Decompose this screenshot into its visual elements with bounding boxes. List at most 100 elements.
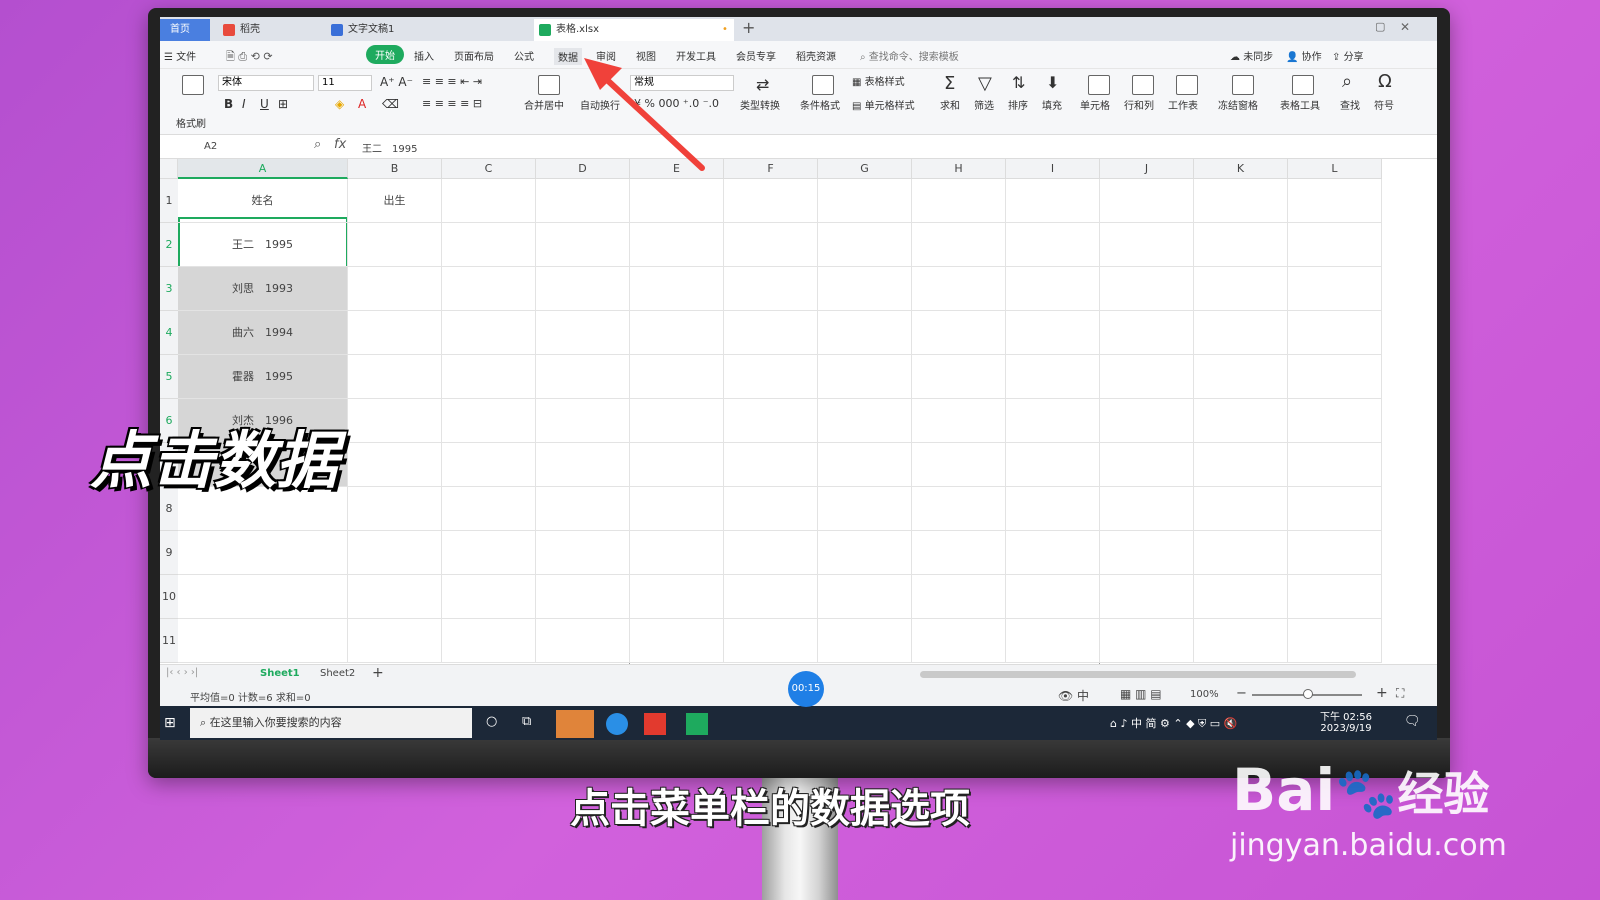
cell-i6[interactable] <box>1006 399 1100 443</box>
cell-g10[interactable] <box>818 575 912 619</box>
cell-g1[interactable] <box>818 179 912 223</box>
zoom-in-icon[interactable]: + <box>1376 685 1388 701</box>
notification-icon[interactable]: 🗨 <box>1404 714 1421 729</box>
table-tools-icon[interactable] <box>1292 75 1314 95</box>
cell-f1[interactable] <box>724 179 818 223</box>
bold-icon[interactable]: B <box>224 97 233 111</box>
cell-c1[interactable] <box>442 179 536 223</box>
format-painter-icon[interactable] <box>182 75 204 95</box>
cell-c2[interactable] <box>442 223 536 267</box>
taskbar-search[interactable]: ⌕ 在这里输入你要搜索的内容 <box>190 708 472 738</box>
cell-k10[interactable] <box>1194 575 1288 619</box>
cell-b4[interactable] <box>348 311 442 355</box>
cortana-icon[interactable]: ○ <box>486 714 497 729</box>
cell-l7[interactable] <box>1288 443 1382 487</box>
symbol-icon[interactable]: Ω <box>1378 71 1392 92</box>
cell-i11[interactable] <box>1006 619 1100 663</box>
cell-i7[interactable] <box>1006 443 1100 487</box>
col-header-k[interactable]: K <box>1194 159 1288 179</box>
cell-icon[interactable] <box>1088 75 1110 95</box>
cell-b8[interactable] <box>348 487 442 531</box>
cell-j3[interactable] <box>1100 267 1194 311</box>
sheet-nav-icons[interactable]: |‹ ‹ › ›| <box>166 667 198 678</box>
cell-e1[interactable] <box>630 179 724 223</box>
cell-b3[interactable] <box>348 267 442 311</box>
col-header-f[interactable]: F <box>724 159 818 179</box>
name-box[interactable]: A2 <box>170 139 280 155</box>
menu-resources[interactable]: 稻壳资源 <box>796 48 836 63</box>
cell-c6[interactable] <box>442 399 536 443</box>
cell-h7[interactable] <box>912 443 1006 487</box>
menu-view[interactable]: 视图 <box>636 48 656 63</box>
col-header-e[interactable]: E <box>630 159 724 179</box>
col-header-d[interactable]: D <box>536 159 630 179</box>
windows-start-icon[interactable]: ⊞ <box>164 715 176 731</box>
fx-icon[interactable]: fx <box>334 137 346 152</box>
cell-k5[interactable] <box>1194 355 1288 399</box>
cell-style-button[interactable]: ▤ 单元格样式 <box>852 97 915 112</box>
cell-h11[interactable] <box>912 619 1006 663</box>
col-header-i[interactable]: I <box>1006 159 1100 179</box>
cell-j10[interactable] <box>1100 575 1194 619</box>
cell-d6[interactable] <box>536 399 630 443</box>
cell-c3[interactable] <box>442 267 536 311</box>
sheet-tab-2[interactable]: Sheet2 <box>320 668 355 679</box>
cell-c4[interactable] <box>442 311 536 355</box>
find-icon[interactable]: ⌕ <box>1342 71 1352 92</box>
zoom-formula-icon[interactable]: ⌕ <box>314 137 321 152</box>
row-header-4[interactable]: 4 <box>160 311 178 355</box>
cell-a10[interactable] <box>178 575 348 619</box>
cell-d9[interactable] <box>536 531 630 575</box>
cell-a3[interactable]: 刘思 1993 <box>178 267 348 311</box>
tray-icons[interactable]: ⌂ ♪ 中 简 ⚙ ⌃ ◆ ⛨ ▭ 🔇 <box>1110 715 1237 731</box>
cell-a5[interactable]: 霍器 1995 <box>178 355 348 399</box>
sheet-tab-1[interactable]: Sheet1 <box>260 668 300 679</box>
menu-data[interactable]: 数据 <box>554 48 582 65</box>
row-header-1[interactable]: 1 <box>160 179 178 223</box>
cell-f3[interactable] <box>724 267 818 311</box>
cell-d1[interactable] <box>536 179 630 223</box>
cell-a9[interactable] <box>178 531 348 575</box>
taskbar-app-sheet-icon[interactable] <box>686 713 708 735</box>
menu-dev[interactable]: 开发工具 <box>676 48 716 63</box>
font-size-select[interactable]: 11 <box>318 75 372 91</box>
cell-f11[interactable] <box>724 619 818 663</box>
merge-center-icon[interactable] <box>538 75 560 95</box>
cell-a4[interactable]: 曲六 1994 <box>178 311 348 355</box>
cell-l4[interactable] <box>1288 311 1382 355</box>
row-header-9[interactable]: 9 <box>160 531 178 575</box>
formula-input[interactable]: 王二 1995 <box>362 140 417 155</box>
cell-l6[interactable] <box>1288 399 1382 443</box>
taskbar-app-wps-icon[interactable] <box>644 713 666 735</box>
cell-f5[interactable] <box>724 355 818 399</box>
cell-b10[interactable] <box>348 575 442 619</box>
table-style-button[interactable]: ▦ 表格样式 <box>852 73 905 88</box>
cell-h5[interactable] <box>912 355 1006 399</box>
cell-f10[interactable] <box>724 575 818 619</box>
cell-j4[interactable] <box>1100 311 1194 355</box>
horizontal-scrollbar[interactable] <box>920 671 1356 678</box>
menu-start[interactable]: 开始 <box>366 45 404 64</box>
cell-i3[interactable] <box>1006 267 1100 311</box>
cell-h3[interactable] <box>912 267 1006 311</box>
fullscreen-icon[interactable]: ⛶ <box>1396 686 1404 701</box>
cell-c10[interactable] <box>442 575 536 619</box>
cell-a1[interactable]: 姓名 <box>178 179 348 223</box>
cell-k6[interactable] <box>1194 399 1288 443</box>
zoom-level[interactable]: 100% <box>1190 689 1219 700</box>
cell-b7[interactable] <box>348 443 442 487</box>
quick-access-icons[interactable]: 🗎 ⎙ ⟲ ⟳ <box>226 48 273 67</box>
clear-format-icon[interactable]: ⌫ <box>382 97 399 111</box>
tab-word[interactable]: 文字文稿1 <box>326 19 526 41</box>
col-header-b[interactable]: B <box>348 159 442 179</box>
cell-l5[interactable] <box>1288 355 1382 399</box>
cell-k7[interactable] <box>1194 443 1288 487</box>
cell-a11[interactable] <box>178 619 348 663</box>
wrap-text-label[interactable]: 自动换行 <box>580 97 620 112</box>
cell-j6[interactable] <box>1100 399 1194 443</box>
cell-k4[interactable] <box>1194 311 1288 355</box>
sync-status[interactable]: ☁ 未同步 <box>1230 48 1273 63</box>
cell-b9[interactable] <box>348 531 442 575</box>
menu-insert[interactable]: 插入 <box>414 48 434 63</box>
cell-e3[interactable] <box>630 267 724 311</box>
